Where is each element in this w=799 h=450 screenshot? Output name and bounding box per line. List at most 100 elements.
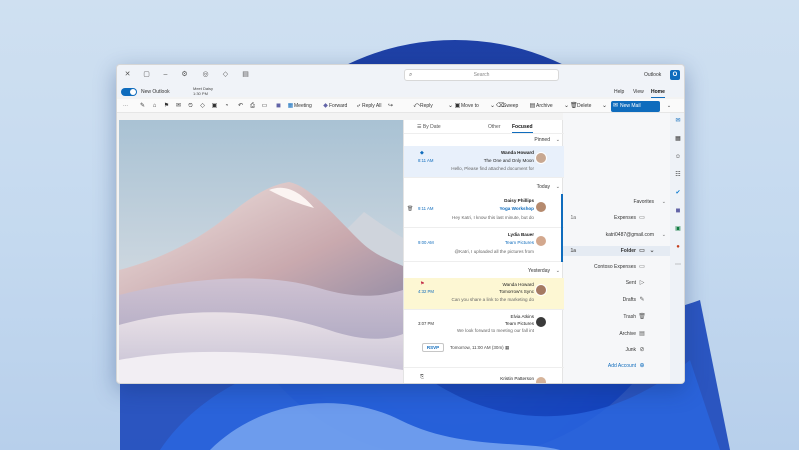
- folder-trash[interactable]: Trash 🗑: [563, 312, 670, 322]
- message-list-tabs: ☰ By Date Other Focused: [404, 120, 564, 134]
- new-mail-button[interactable]: ✉ New Mail: [611, 101, 660, 112]
- chevron-down-icon: ⌄: [555, 137, 560, 143]
- chevron-down-icon: ⌄: [555, 268, 560, 274]
- calendar-icon[interactable]: ▦: [674, 135, 682, 143]
- junk-icon: ⊘: [639, 347, 645, 353]
- event-time: Tomorrow, 11:00 AM (30m) ▦: [450, 345, 510, 350]
- folder-archive[interactable]: Archive ▤: [563, 329, 670, 339]
- tips-icon[interactable]: ◎: [201, 71, 210, 79]
- sort-by-date[interactable]: ☰ By Date: [417, 124, 441, 130]
- folder-folder[interactable]: 1a Folder ▭ ⌄: [563, 246, 670, 256]
- archive-button[interactable]: ▤Archive: [529, 102, 553, 111]
- move-to-button[interactable]: ⌄ ▣Move to: [447, 102, 479, 111]
- read-unread-icon[interactable]: ✉: [175, 102, 182, 111]
- avatar: [535, 316, 547, 328]
- reply-all-label: Reply All: [362, 103, 382, 109]
- account-header[interactable]: ⌄ katri0487@gmail.com: [563, 230, 670, 240]
- teams-icon[interactable]: ◼: [275, 102, 282, 111]
- meeting-button[interactable]: ▦Meeting: [287, 102, 312, 111]
- avatar: [535, 152, 547, 164]
- folder-expenses[interactable]: 1a Expenses ▭: [563, 213, 670, 223]
- groups-icon[interactable]: ☷: [674, 171, 682, 179]
- send-icon: ▷: [639, 280, 645, 286]
- new-outlook-label: New Outlook: [141, 89, 170, 95]
- folder-icon: ▭: [639, 264, 645, 270]
- people-icon[interactable]: ☺: [674, 153, 682, 161]
- chevron-down-icon: ⌄: [661, 232, 666, 238]
- rsvp-button[interactable]: RSVP: [422, 343, 444, 352]
- ribbon-toolbar: ⋯ ✎ ⌂ ⚑ ✉ ⏲ ◇ ▣ ◔ ↶ ⎙ ▭ ◼ ▦Meeting ◆Forw…: [117, 99, 684, 113]
- delete-label: Delete: [577, 103, 592, 109]
- new-outlook-toggle[interactable]: [121, 88, 137, 96]
- sweep-button[interactable]: ⌄⌫Sweep: [489, 102, 518, 111]
- minimize-icon[interactable]: –: [161, 71, 170, 79]
- tab-view[interactable]: View: [633, 89, 644, 95]
- pin-icon[interactable]: ✎: [139, 102, 146, 111]
- folder-drafts[interactable]: Drafts ✎: [563, 295, 670, 305]
- snooze-icon[interactable]: ⏲: [187, 102, 194, 111]
- undo-icon[interactable]: ↶: [237, 102, 244, 111]
- app-rail: ✉ ▦ ☺ ☷ ✔ ◼ ▣ ● ⋯: [670, 113, 684, 383]
- search-placeholder: Search: [473, 72, 490, 78]
- list-item[interactable]: ⎘ Kristin Patterson: [404, 372, 564, 383]
- search-icon: ⌕: [409, 72, 413, 78]
- message-icon[interactable]: ▭: [261, 102, 268, 111]
- print-icon[interactable]: ⎙: [249, 102, 256, 111]
- list-item[interactable]: ⚑ Wanda Howard Tomorrow's Sync 4:32 PM C…: [404, 278, 564, 310]
- section-yesterday[interactable]: ⌄ Yesterday: [404, 266, 564, 276]
- tab-focused[interactable]: Focused: [512, 124, 533, 133]
- calendar-icon: ▦: [504, 345, 510, 350]
- ribbon-collapse-icon[interactable]: ⌄: [665, 101, 673, 112]
- new-mail-dropdown-chevron[interactable]: ⌄: [601, 102, 608, 111]
- chevron-down-icon: ⌄: [649, 248, 655, 254]
- delete-button[interactable]: ⌄🗑Delete: [563, 102, 591, 111]
- reply-button[interactable]: ⤺Reply: [413, 102, 433, 111]
- folder-contoso-expenses[interactable]: Contoso Expenses ▭: [563, 262, 670, 272]
- policy-icon[interactable]: ◔: [223, 102, 230, 111]
- more-options-button[interactable]: ⋯: [123, 102, 128, 111]
- forward-button[interactable]: ◆Forward: [322, 102, 347, 111]
- rules-icon[interactable]: ▣: [211, 102, 218, 111]
- tag-icon[interactable]: ⌂: [151, 102, 158, 111]
- pin-icon: ◆: [420, 150, 424, 156]
- excel-icon[interactable]: ▣: [674, 225, 682, 233]
- more-apps-icon[interactable]: ⋯: [674, 261, 682, 269]
- mail-icon[interactable]: ✉: [674, 117, 682, 125]
- list-item[interactable]: 🗑 Daisy Phillips Yoga Workshop 9:11 AM H…: [404, 194, 564, 228]
- attachment-icon: ⎘: [420, 374, 425, 380]
- delete-icon[interactable]: 🗑: [407, 206, 413, 212]
- settings-icon[interactable]: ⚙: [180, 71, 189, 79]
- powerpoint-icon[interactable]: ●: [674, 243, 682, 251]
- list-item[interactable]: Elvia Atkins Team Pictures 3:07 PM We lo…: [404, 310, 564, 368]
- chevron-down-icon: ⌄: [555, 184, 560, 190]
- premium-icon[interactable]: ◇: [221, 71, 230, 79]
- unread-indicator: [561, 228, 563, 262]
- folder-pane: ⌄ Favorites 1a Expenses ▭ ⌄ katri0487@gm…: [563, 113, 670, 383]
- tab-home[interactable]: Home: [651, 89, 665, 98]
- tab-help[interactable]: Help: [614, 89, 624, 95]
- app-title: Outlook: [644, 72, 662, 78]
- my-day-icon[interactable]: ▤: [241, 71, 250, 79]
- list-item[interactable]: ◆ Wanda Howard The One and Only Moon 8:1…: [404, 146, 564, 178]
- close-icon[interactable]: ✕: [123, 71, 132, 79]
- meet-reminder[interactable]: Meet Daisy 1:30 PM: [193, 86, 213, 96]
- flag-icon[interactable]: ⚑: [163, 102, 170, 111]
- add-account-link[interactable]: Add Account ⊕: [563, 361, 670, 371]
- folder-sent[interactable]: Sent ▷: [563, 278, 670, 288]
- section-pinned[interactable]: ⌄ Pinned: [404, 135, 564, 145]
- teams-icon[interactable]: ◼: [674, 207, 682, 215]
- folder-junk[interactable]: Junk ⊘: [563, 345, 670, 355]
- draft-icon: ✎: [639, 297, 645, 303]
- tab-other[interactable]: Other: [488, 124, 501, 130]
- section-today[interactable]: ⌄ Today: [404, 182, 564, 192]
- favorites-header[interactable]: ⌄ Favorites: [563, 197, 670, 207]
- maximize-icon[interactable]: ▢: [142, 71, 151, 79]
- search-input[interactable]: ⌕ Search: [404, 69, 559, 81]
- folder-icon: ▭: [639, 248, 645, 254]
- reply-all-button[interactable]: ⤶ Reply All: [355, 102, 382, 111]
- message-list: ☰ By Date Other Focused ⌄ Pinned ◆ Wanda…: [403, 120, 564, 383]
- todo-icon[interactable]: ✔: [674, 189, 682, 197]
- forward-arrow-button[interactable]: ↪: [387, 102, 394, 111]
- categorize-icon[interactable]: ◇: [199, 102, 206, 111]
- list-item[interactable]: Lydia Bauer Team Pictures 9:00 AM @Katri…: [404, 228, 564, 262]
